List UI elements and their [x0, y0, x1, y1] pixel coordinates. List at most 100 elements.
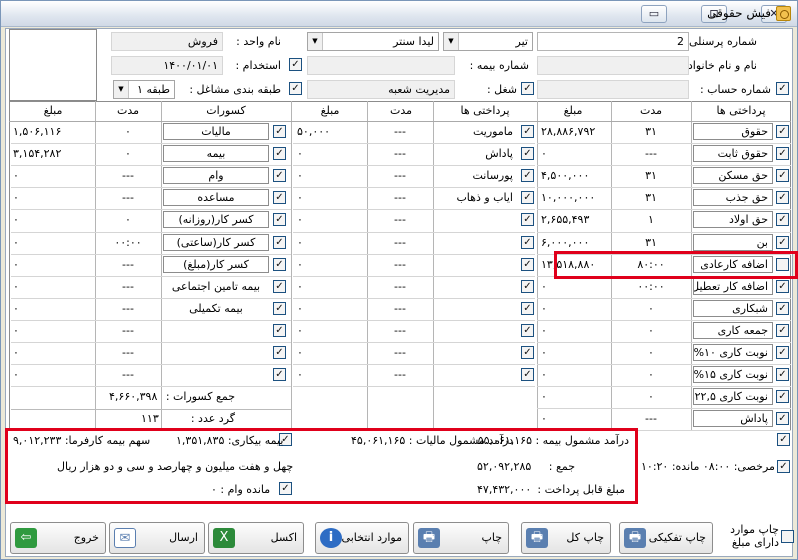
payment-checkbox[interactable] [776, 125, 789, 138]
hire-date-checkbox[interactable] [289, 58, 302, 71]
deduction-name[interactable]: بیمه تکمیلی [163, 300, 269, 317]
extra-payment-checkbox[interactable] [521, 279, 534, 293]
payment-checkbox[interactable] [776, 368, 789, 382]
payment-name[interactable]: حق اولاد [693, 211, 773, 229]
deduction-name[interactable] [163, 322, 269, 339]
selected-items-button[interactable]: موارد انتخابی i [315, 522, 409, 554]
deduction-checkbox[interactable] [273, 257, 286, 271]
print-separate-button[interactable]: چاپ تفکیکی 🖶 [619, 522, 713, 554]
payment-name[interactable]: حقوق ثابت [693, 145, 773, 163]
chevron-down-icon[interactable]: ▼ [308, 33, 323, 50]
extra-payment-amount: ۰ [297, 257, 303, 271]
deduction-name[interactable]: وام [163, 167, 269, 185]
deduction-checkbox[interactable] [273, 125, 286, 138]
excel-icon: X [213, 528, 235, 548]
leave-checkbox[interactable] [777, 460, 790, 473]
payment-name[interactable]: پاداش [693, 410, 773, 428]
payment-checkbox[interactable] [776, 147, 789, 161]
payment-name[interactable]: حق جذب [693, 189, 773, 207]
deduction-name[interactable]: بیمه [163, 145, 269, 163]
payment-name[interactable]: حق مسکن [693, 167, 773, 185]
extra-payment-checkbox[interactable] [521, 368, 534, 382]
extra-payment-checkbox[interactable] [521, 191, 534, 205]
deduction-name[interactable] [163, 366, 269, 383]
payment-checkbox[interactable] [776, 390, 789, 404]
deduction-checkbox[interactable] [273, 368, 286, 382]
extra-payment-checkbox[interactable] [521, 346, 534, 359]
payment-checkbox[interactable] [776, 323, 789, 337]
summary-checkbox[interactable] [777, 433, 790, 446]
deduction-name[interactable]: مالیات [163, 123, 269, 140]
company-select[interactable]: لیدا سنتر ▼ [307, 32, 439, 51]
deduction-name[interactable]: کسر کار(روزانه) [163, 211, 269, 229]
job-class-select[interactable]: طبقه ۱ ▼ [113, 80, 175, 99]
extra-payment-checkbox[interactable] [521, 213, 534, 227]
deduction-name[interactable]: کسر کار(مبلغ) [163, 255, 269, 273]
payment-name[interactable]: جمعه کاری [693, 321, 773, 339]
deduction-duration: --- [122, 257, 134, 271]
deduction-checkbox[interactable] [273, 147, 286, 161]
payment-checkbox[interactable] [776, 191, 789, 205]
deduction-duration: --- [122, 346, 134, 359]
extra-payment-checkbox[interactable] [521, 235, 534, 249]
payment-duration: ۰ [648, 390, 654, 404]
extra-payment-checkbox[interactable] [521, 323, 534, 337]
chevron-down-icon[interactable]: ▼ [444, 33, 459, 50]
deduction-checkbox[interactable] [273, 301, 286, 315]
print-with-amount-checkbox[interactable] [781, 530, 794, 543]
chevron-down-icon[interactable]: ▼ [114, 81, 129, 98]
deduction-name[interactable]: بیمه تامین اجتماعی [163, 278, 269, 295]
job-class-checkbox[interactable] [289, 82, 302, 95]
extra-payment-checkbox[interactable] [521, 169, 534, 183]
print-all-button[interactable]: چاپ کل 🖶 [521, 522, 611, 554]
payment-checkbox[interactable] [776, 412, 789, 426]
payment-name[interactable]: اضافه کار تعطیل [693, 277, 773, 295]
payment-name[interactable]: نوبت کاری ۱۰% [693, 344, 773, 361]
payment-checkbox[interactable] [776, 213, 789, 227]
payment-checkbox[interactable] [776, 257, 789, 271]
payment-duration: ۰ [648, 346, 654, 359]
deduction-checkbox[interactable] [273, 323, 286, 337]
loan-checkbox[interactable] [279, 482, 292, 495]
payment-name[interactable]: اضافه کارعادی [693, 255, 773, 273]
payment-name[interactable]: حقوق [693, 123, 773, 140]
send-button[interactable]: ارسال ✉ [109, 522, 205, 554]
personnel-no-input[interactable]: 2 [537, 32, 689, 51]
job-checkbox[interactable] [521, 82, 534, 95]
extra-payment-checkbox[interactable] [521, 125, 534, 138]
print-button[interactable]: چاپ 🖶 [413, 522, 509, 554]
extra-payment-checkbox[interactable] [521, 147, 534, 161]
deduction-name[interactable]: کسر کار(ساعتی) [163, 233, 269, 251]
payment-name[interactable]: شبکاری [693, 299, 773, 317]
payment-checkbox[interactable] [776, 279, 789, 293]
account-checkbox[interactable] [776, 82, 789, 95]
deduction-duration: --- [122, 279, 134, 293]
deduction-checkbox[interactable] [273, 213, 286, 227]
deduction-name[interactable]: مساعده [163, 189, 269, 207]
payment-checkbox[interactable] [776, 346, 789, 359]
payment-duration: ۱ [648, 213, 654, 227]
month-select[interactable]: تیر ▼ [443, 32, 533, 51]
payment-checkbox[interactable] [776, 169, 789, 183]
payment-checkbox[interactable] [776, 235, 789, 249]
deduction-checkbox[interactable] [273, 279, 286, 293]
minimize-button[interactable]: ▭ [641, 5, 667, 23]
deduction-checkbox[interactable] [273, 169, 286, 183]
payment-duration: ۰۰:۰۰ [637, 279, 665, 293]
extra-payment-checkbox[interactable] [521, 301, 534, 315]
deduction-name[interactable] [163, 344, 269, 361]
unit-field: فروش [111, 32, 223, 51]
exit-button[interactable]: خروج ⇦ [10, 522, 106, 554]
account-field [537, 80, 689, 99]
deduction-checkbox[interactable] [273, 191, 286, 205]
extra-payment-checkbox[interactable] [521, 257, 534, 271]
deduction-checkbox[interactable] [273, 346, 286, 359]
payment-name[interactable]: بن [693, 233, 773, 251]
employee-photo[interactable] [9, 29, 97, 101]
payment-checkbox[interactable] [776, 301, 789, 315]
extra-payment-duration: --- [394, 346, 406, 359]
payment-name[interactable]: نوبت کاری ۱۵% [693, 366, 773, 384]
payment-name[interactable]: نوبت کاری ۲۲,۵% [693, 388, 773, 406]
deduction-checkbox[interactable] [273, 235, 286, 249]
excel-button[interactable]: اکسل X [208, 522, 304, 554]
